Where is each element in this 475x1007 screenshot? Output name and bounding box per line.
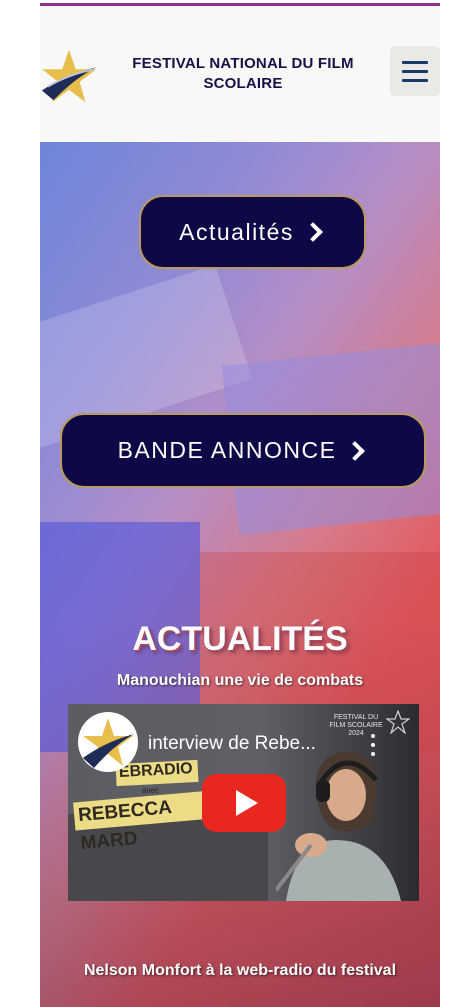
star-icon bbox=[386, 710, 410, 734]
play-icon bbox=[235, 790, 258, 816]
news-section-title: ACTUALITÉS bbox=[132, 620, 348, 658]
channel-avatar[interactable] bbox=[78, 712, 138, 772]
news-button-label: Actualités bbox=[179, 218, 294, 245]
trailer-button[interactable]: BANDE ANNONCE bbox=[60, 413, 426, 488]
star-film-logo-icon[interactable] bbox=[40, 48, 98, 106]
hero-section: Actualités BANDE ANNONCE ACTUALITÉS Mano… bbox=[40, 142, 440, 1007]
site-title[interactable]: FESTIVAL NATIONAL DU FILM SCOLAIRE bbox=[112, 54, 374, 94]
article-title[interactable]: Nelson Monfort à la web-radio du festiva… bbox=[40, 962, 440, 980]
play-button[interactable] bbox=[202, 774, 286, 832]
hamburger-menu-button[interactable] bbox=[390, 46, 440, 96]
video-brand: FESTIVAL DU FILM SCOLAIRE 2024 bbox=[329, 714, 383, 737]
video-sticker-avec: avec bbox=[142, 786, 159, 795]
news-button[interactable]: Actualités bbox=[139, 195, 366, 269]
hamburger-menu-icon bbox=[402, 60, 428, 64]
site-header: FESTIVAL NATIONAL DU FILM SCOLAIRE bbox=[40, 6, 440, 142]
chevron-right-icon bbox=[345, 440, 366, 461]
chevron-right-icon bbox=[302, 222, 323, 242]
trailer-button-label: BANDE ANNONCE bbox=[117, 437, 337, 463]
star-film-logo-icon bbox=[83, 718, 134, 768]
article-title[interactable]: Manouchian une vie de combats bbox=[40, 672, 440, 690]
page: FESTIVAL NATIONAL DU FILM SCOLAIRE Actua… bbox=[40, 0, 440, 1007]
person-with-headphones-image bbox=[276, 751, 401, 901]
video-embed[interactable]: EBRADIO avec REBECCA MARD interview de R… bbox=[68, 704, 419, 901]
